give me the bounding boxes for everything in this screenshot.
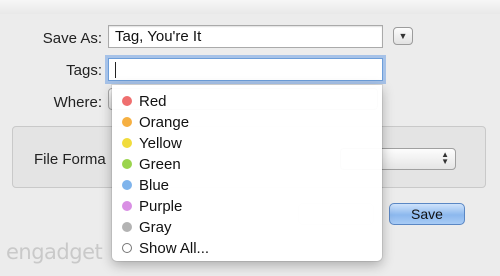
engadget-watermark: engadget [6,240,103,264]
tags-label: Tags: [66,62,102,79]
save-button[interactable]: Save [389,203,465,225]
tag-item-orange[interactable]: Orange [122,112,189,132]
tag-label: Purple [139,197,183,215]
green-dot-icon [122,159,132,169]
orange-dot-icon [122,117,132,127]
tag-item-green[interactable]: Green [122,154,181,174]
purple-dot-icon [122,201,132,211]
tag-label: Red [139,92,167,110]
blue-dot-icon [122,180,132,190]
tag-label: Yellow [139,134,182,152]
window-titlebar [0,0,500,15]
save-as-value: Tag, You're It [115,28,202,45]
save-as-field[interactable]: Tag, You're It [108,25,383,48]
tag-item-purple[interactable]: Purple [122,196,182,216]
up-down-arrows-icon: ▲ ▼ [441,150,449,166]
tag-label: Orange [139,113,190,131]
text-caret [115,62,116,79]
yellow-dot-icon [122,138,132,148]
tag-item-show-all[interactable]: Show All... [122,238,209,258]
tag-item-yellow[interactable]: Yellow [122,133,182,153]
tags-field[interactable] [108,58,383,81]
red-dot-icon [122,96,132,106]
triangle-down-icon: ▼ [398,31,408,41]
save-as-label: Save As: [42,30,102,47]
file-format-label: File Forma [34,151,106,168]
tag-item-gray[interactable]: Gray [122,217,172,237]
expand-dialog-button[interactable]: ▼ [393,27,413,45]
tag-item-red[interactable]: Red [122,91,167,111]
gray-dot-icon [122,222,132,232]
tag-item-blue[interactable]: Blue [122,175,169,195]
tag-label: Gray [139,218,172,236]
tag-label: Green [139,155,181,173]
hollow-circle-icon [122,243,132,253]
tags-dropdown-menu: Red Orange Yellow Green Blue Purple Gray… [112,85,382,261]
where-label: Where: [53,94,102,111]
tag-label: Blue [139,176,170,194]
tag-label: Show All... [139,239,210,257]
